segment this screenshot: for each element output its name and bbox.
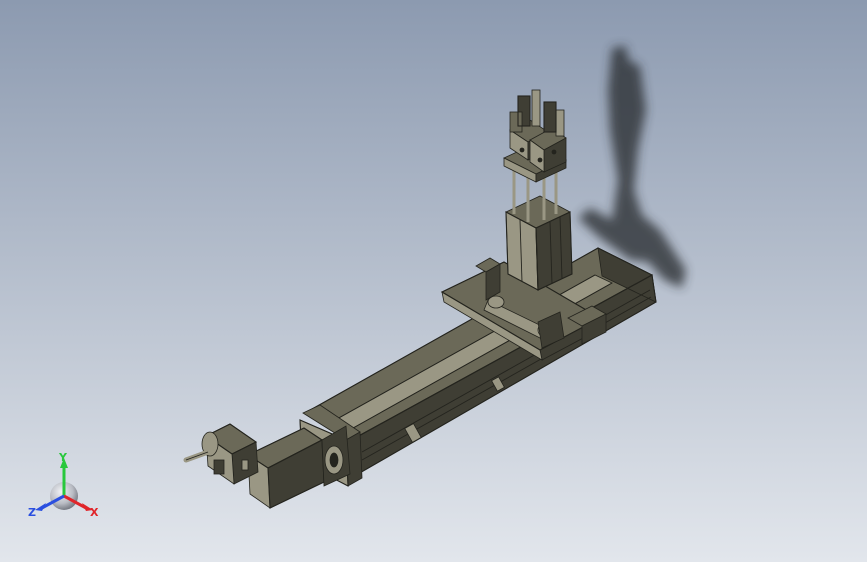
z-axis-label: Z bbox=[28, 506, 36, 519]
graphics-viewport[interactable]: Y X Z bbox=[0, 0, 867, 562]
y-axis-label: Y bbox=[58, 451, 68, 464]
x-axis-label: X bbox=[90, 506, 99, 519]
viewport-background bbox=[0, 0, 867, 562]
model-scene[interactable]: Y X Z bbox=[0, 0, 867, 562]
